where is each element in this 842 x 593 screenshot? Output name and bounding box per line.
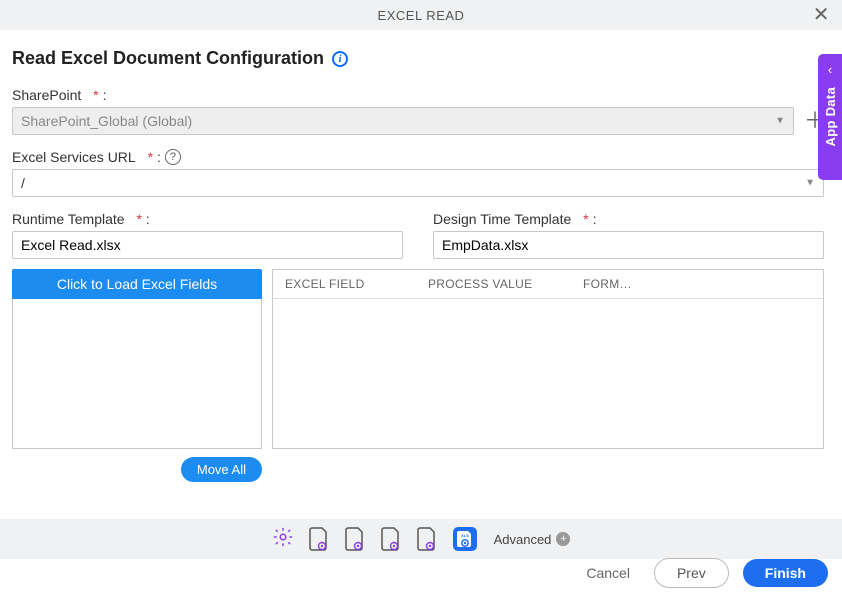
document-config-icon[interactable] [380,526,402,552]
panels-row: Click to Load Excel Fields EXCEL FIELD P… [12,269,824,449]
runtime-template-input[interactable] [12,231,403,259]
sharepoint-row: SharePoint_Global (Global) ▼ ＋ [12,107,824,135]
table-col-excel-field: EXCEL FIELD [273,277,428,291]
template-row: Runtime Template * : Design Time Templat… [12,211,824,259]
fields-list-box[interactable] [12,299,262,449]
info-icon[interactable] [332,51,348,67]
required-marker: * [136,211,141,227]
required-marker: * [148,149,153,165]
close-icon[interactable]: ✕ [813,5,830,25]
sharepoint-select[interactable]: SharePoint_Global (Global) ▼ [12,107,794,135]
sharepoint-label: SharePoint [12,87,81,103]
chevron-down-icon: ▼ [805,178,815,189]
advanced-label: Advanced [494,532,552,547]
runtime-template-label: Runtime Template [12,211,125,227]
table-col-process-value: PROCESS VALUE [428,277,583,291]
sharepoint-label-row: SharePoint * : [12,87,824,103]
colon: : [157,149,161,165]
excel-services-row: / ▼ [12,169,824,197]
colon: : [593,211,597,227]
design-template-label-row: Design Time Template * : [433,211,824,227]
finish-button[interactable]: Finish [743,559,828,587]
design-template-label: Design Time Template [433,211,571,227]
footer-buttons: Cancel Prev Finish [0,553,842,593]
design-template-input[interactable] [433,231,824,259]
colon: : [146,211,150,227]
excel-services-value: / [21,175,25,191]
left-panel: Click to Load Excel Fields [12,269,262,449]
move-all-button[interactable]: Move All [181,457,262,482]
required-marker: * [583,211,588,227]
plus-circle-icon: + [556,532,570,546]
title-bar: EXCEL READ ✕ [0,0,842,30]
advanced-toggle[interactable]: Advanced + [494,532,571,547]
load-fields-button[interactable]: Click to Load Excel Fields [12,269,262,299]
page-heading-row: Read Excel Document Configuration [12,48,824,69]
chevron-down-icon: ▼ [775,116,785,127]
content-area: Read Excel Document Configuration ShareP… [0,30,842,492]
cancel-button[interactable]: Cancel [576,559,640,587]
move-all-row: Move All [12,457,262,482]
side-tab-label: App Data [823,87,838,146]
excel-services-label: Excel Services URL [12,149,136,165]
excel-services-select[interactable]: / ▼ [12,169,824,197]
mapping-table-box[interactable] [272,299,824,449]
prev-button[interactable]: Prev [654,558,729,588]
document-settings-icon[interactable] [416,526,438,552]
document-xls-icon[interactable] [344,526,366,552]
runtime-template-col: Runtime Template * : [12,211,403,259]
excel-services-label-row: Excel Services URL * : [12,149,824,165]
sharepoint-value: SharePoint_Global (Global) [21,113,192,129]
chevron-left-icon: ‹ [828,62,832,77]
right-panel: EXCEL FIELD PROCESS VALUE FORM… [272,269,824,449]
colon: : [103,87,107,103]
table-col-form: FORM… [583,277,823,291]
svg-text:XLS: XLS [461,533,469,538]
table-header: EXCEL FIELD PROCESS VALUE FORM… [272,269,824,299]
page-title: Read Excel Document Configuration [12,48,324,69]
runtime-template-label-row: Runtime Template * : [12,211,403,227]
document-preview-icon-active[interactable]: XLS [452,526,474,552]
side-panel-tab[interactable]: ‹ App Data [818,54,842,180]
required-marker: * [93,87,98,103]
design-template-col: Design Time Template * : [433,211,824,259]
gear-icon[interactable] [272,526,294,552]
window-title: EXCEL READ [378,8,465,23]
document-gear-icon[interactable] [308,526,330,552]
help-icon[interactable] [165,149,181,165]
